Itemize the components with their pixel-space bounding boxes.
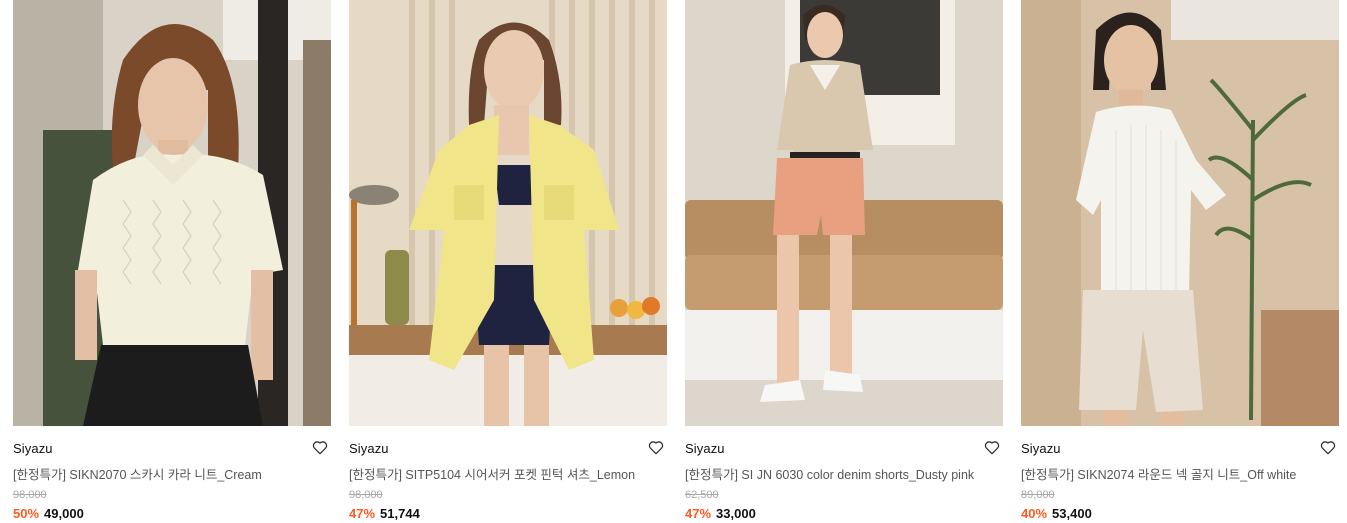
product-title[interactable]: [한정특가] SI JN 6030 color denim shorts_Dus…	[685, 464, 974, 483]
product-grid: Siyazu [한정특가] SIKN2070 스카시 카라 니트_Cream 9…	[0, 0, 1347, 523]
original-price: 89,000	[1021, 489, 1055, 501]
sale-price: 33,000	[716, 506, 756, 521]
original-price: 98,000	[349, 489, 383, 501]
heart-outline-icon[interactable]	[983, 438, 1001, 456]
brand-name[interactable]: Siyazu	[349, 441, 389, 456]
product-title[interactable]: [한정특가] SITP5104 시어서커 포켓 핀턱 셔츠_Lemon	[349, 464, 635, 483]
product-photo-lemon-shirt	[349, 0, 667, 426]
product-image[interactable]	[349, 0, 667, 426]
price-row: 47% 51,744	[349, 506, 420, 521]
heart-outline-icon[interactable]	[311, 438, 329, 456]
brand-name[interactable]: Siyazu	[685, 441, 725, 456]
price-row: 47% 33,000	[685, 506, 756, 521]
sale-price: 53,400	[1052, 506, 1092, 521]
product-title[interactable]: [한정특가] SIKN2074 라운드 넥 골지 니트_Off white	[1021, 464, 1296, 483]
original-price: 62,500	[685, 489, 719, 501]
product-card[interactable]: Siyazu [한정특가] SITP5104 시어서커 포켓 핀턱 셔츠_Lem…	[349, 0, 667, 523]
product-title[interactable]: [한정특가] SIKN2070 스카시 카라 니트_Cream	[13, 464, 262, 483]
price-row: 50% 49,000	[13, 506, 84, 521]
heart-outline-icon[interactable]	[1319, 438, 1337, 456]
product-card[interactable]: Siyazu [한정특가] SIKN2070 스카시 카라 니트_Cream 9…	[13, 0, 331, 523]
discount-rate: 40%	[1021, 506, 1048, 521]
product-image[interactable]	[13, 0, 331, 426]
brand-name[interactable]: Siyazu	[1021, 441, 1061, 456]
heart-outline-icon[interactable]	[647, 438, 665, 456]
product-photo-denim-shorts	[685, 0, 1003, 426]
product-image[interactable]	[685, 0, 1003, 426]
brand-name[interactable]: Siyazu	[13, 441, 53, 456]
original-price: 98,000	[13, 489, 47, 501]
sale-price: 49,000	[44, 506, 84, 521]
product-card[interactable]: Siyazu [한정특가] SI JN 6030 color denim sho…	[685, 0, 1003, 523]
sale-price: 51,744	[380, 506, 420, 521]
product-image[interactable]	[1021, 0, 1339, 426]
discount-rate: 47%	[685, 506, 712, 521]
discount-rate: 50%	[13, 506, 40, 521]
product-photo-offwhite-knit	[1021, 0, 1339, 426]
product-photo-cream-knit	[13, 0, 331, 426]
product-card[interactable]: Siyazu [한정특가] SIKN2074 라운드 넥 골지 니트_Off w…	[1021, 0, 1339, 523]
price-row: 40% 53,400	[1021, 506, 1092, 521]
discount-rate: 47%	[349, 506, 376, 521]
